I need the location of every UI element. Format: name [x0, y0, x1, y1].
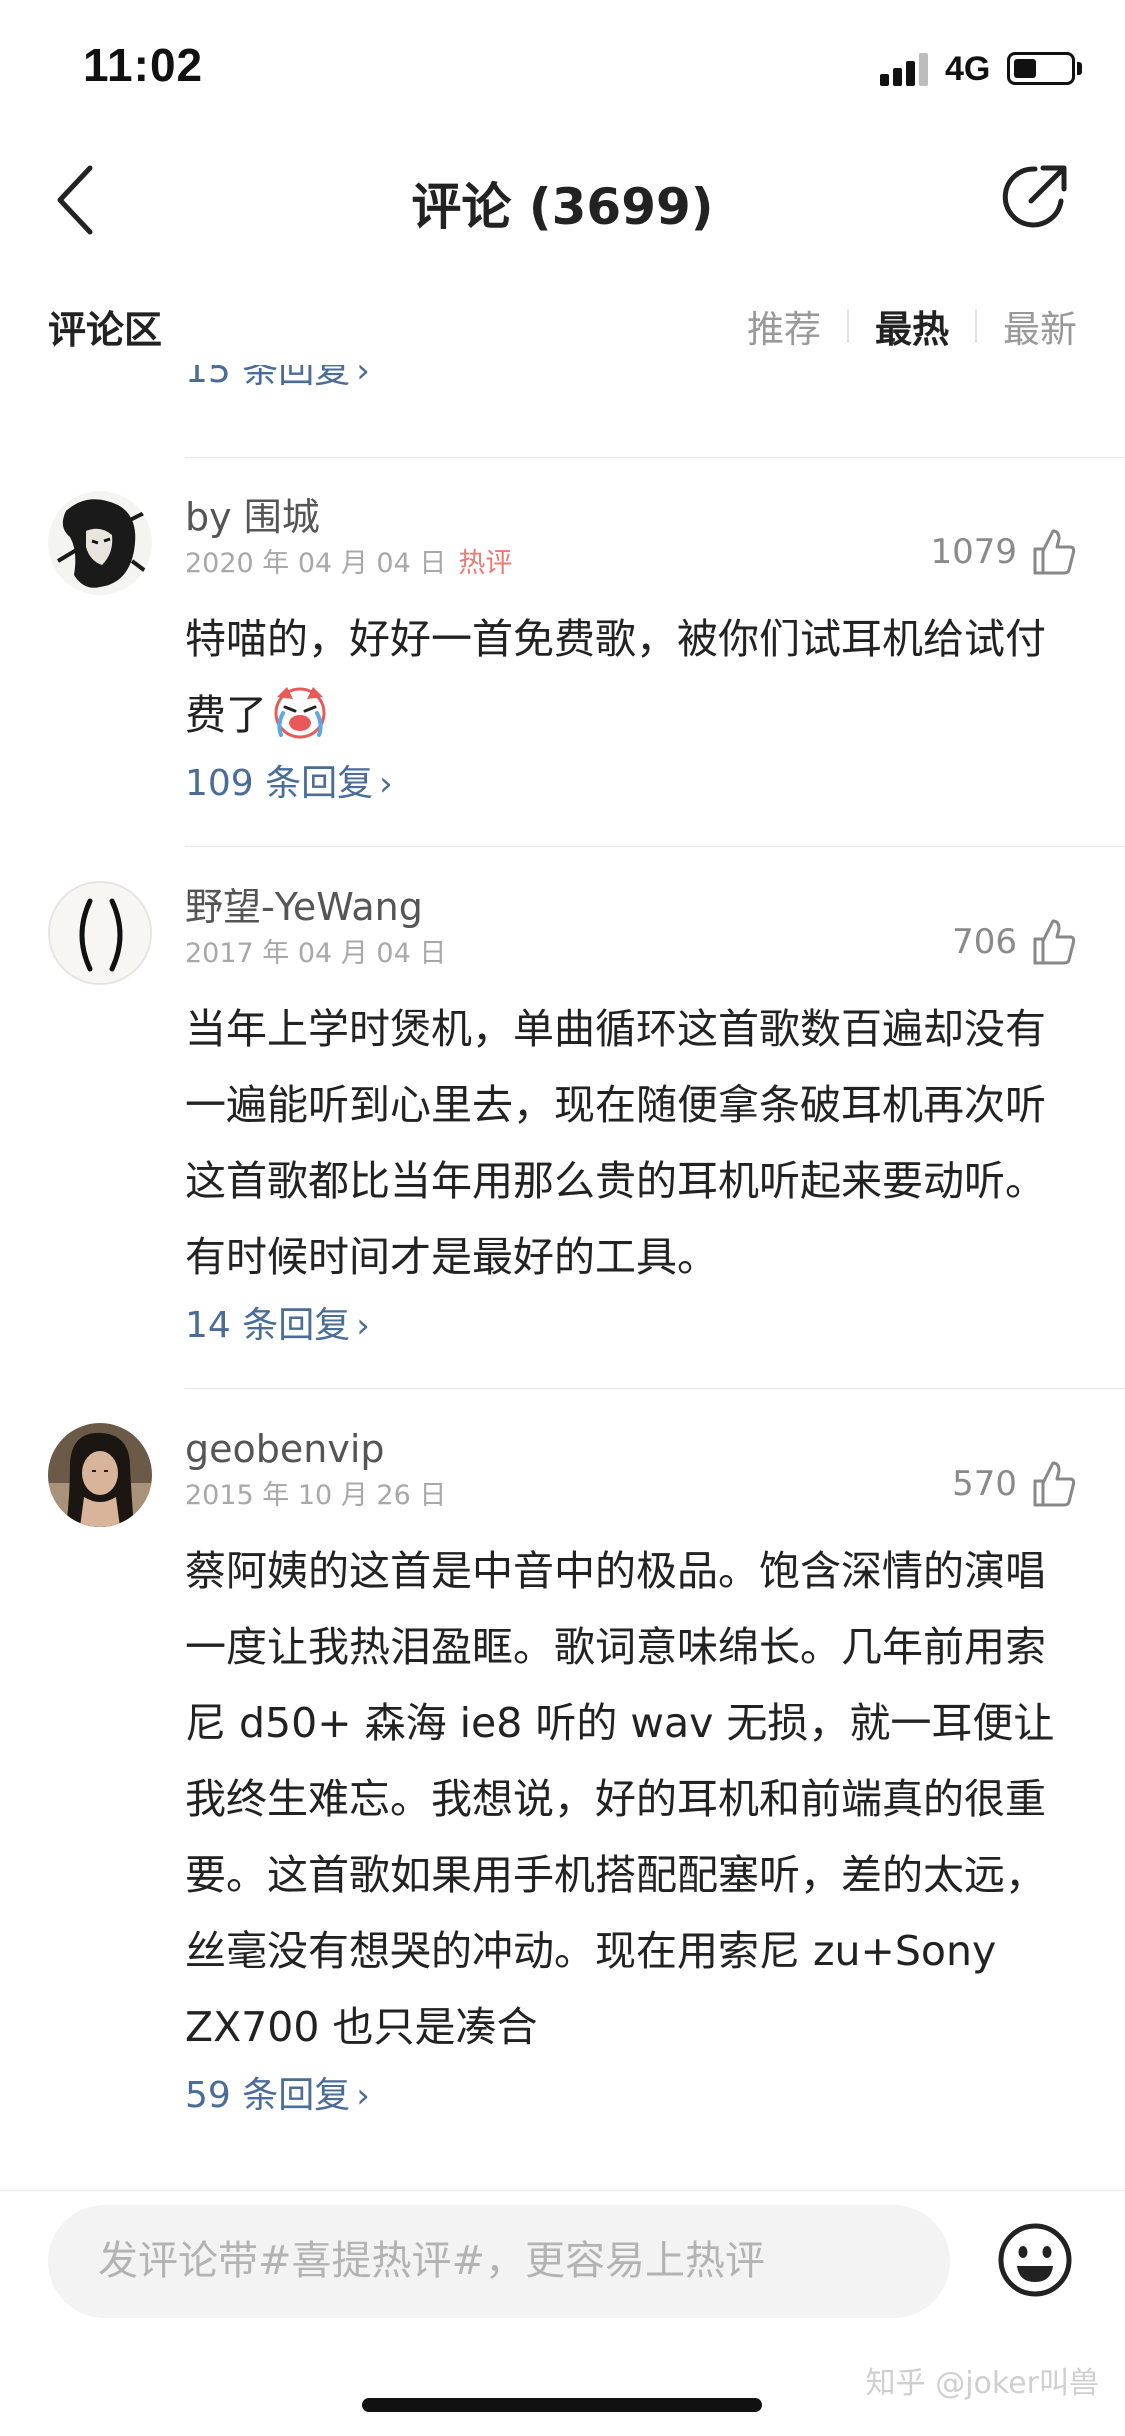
- like-count: 1079: [930, 532, 1017, 572]
- comment-text: 蔡阿姨的这首是中音中的极品。饱含深情的演唱一度让我热泪盈眶。歌词意味绵长。几年前…: [185, 1547, 1055, 2051]
- thumbs-up-icon: [1033, 919, 1076, 965]
- nav-bar: 评论 (3699): [0, 135, 1125, 265]
- like-count: 570: [952, 1464, 1017, 1504]
- comment-date: 2017 年 04 月 04 日: [185, 938, 447, 969]
- comment-date: 2020 年 04 月 04 日: [185, 548, 447, 579]
- status-bar: 11:02 4G: [0, 0, 1125, 135]
- status-time: 11:02: [83, 39, 204, 91]
- smiley-icon: [998, 2223, 1072, 2297]
- tab-newest[interactable]: 最新: [977, 299, 1077, 353]
- thumbs-up-icon: [1033, 529, 1076, 575]
- chevron-right-icon: ›: [379, 764, 393, 804]
- reply-link[interactable]: 14 条回复 ›: [185, 1301, 370, 1351]
- like-count: 706: [952, 922, 1017, 962]
- comment-item: 野望-YeWang 2017 年 04 月 04 日 706 当年上学时煲机，单…: [0, 847, 1125, 1389]
- reply-count: 59 条回复: [185, 2075, 351, 2116]
- reply-link[interactable]: 109 条回复 ›: [185, 759, 393, 809]
- sort-tabs: 推荐 最热 最新: [721, 299, 1077, 353]
- like-button[interactable]: 706: [952, 917, 1077, 967]
- comment-meta: 2015 年 10 月 26 日: [185, 1479, 1077, 1513]
- reply-link[interactable]: 59 条回复 ›: [185, 2071, 370, 2121]
- share-button[interactable]: [995, 157, 1075, 237]
- battery-icon: [1007, 52, 1075, 85]
- emoji-button[interactable]: [995, 2220, 1075, 2300]
- chevron-right-icon: ›: [356, 1306, 370, 1346]
- section-header: 评论区 推荐 最热 最新: [0, 285, 1125, 365]
- page-title: 评论 (3699): [411, 178, 714, 236]
- username[interactable]: geobenvip: [185, 1425, 1077, 1473]
- comment-text: 特喵的，好好一首免费歌，被你们试耳机给试付费了: [185, 601, 1077, 753]
- comment-text: 当年上学时煲机，单曲循环这首歌数百遍却没有一遍能听到心里去，现在随便拿条破耳机再…: [185, 1005, 1046, 1281]
- reply-count: 15 条回复: [185, 365, 351, 391]
- tab-recommended[interactable]: 推荐: [721, 299, 847, 353]
- tab-hottest[interactable]: 最热: [849, 299, 975, 353]
- like-button[interactable]: 1079: [930, 527, 1077, 577]
- network-type: 4G: [945, 50, 991, 88]
- watermark: 知乎 @joker叫兽: [865, 2366, 1099, 2401]
- input-bar-divider: [0, 2190, 1125, 2191]
- battery-tip: [1077, 62, 1082, 75]
- chevron-right-icon: ›: [356, 365, 370, 391]
- avatar[interactable]: [48, 881, 152, 985]
- hot-badge: 热评: [458, 548, 513, 579]
- chevron-right-icon: ›: [356, 2076, 370, 2116]
- comment-item: by 围城 2020 年 04 月 04 日热评 1079 特喵的，好好一首免费…: [0, 457, 1125, 847]
- comment-input[interactable]: 发评论带#喜提热评#，更容易上热评: [48, 2205, 950, 2318]
- avatar[interactable]: [48, 491, 152, 595]
- section-title: 评论区: [48, 308, 163, 352]
- username[interactable]: 野望-YeWang: [185, 883, 1077, 931]
- like-button[interactable]: 570: [952, 1459, 1077, 1509]
- comment-list: 15 条回复 › by 围城 2020 年 04 月 04 日热评 1079 特喵…: [0, 365, 1125, 2185]
- reply-count: 109 条回复: [185, 763, 374, 804]
- thumbs-up-icon: [1033, 1461, 1076, 1507]
- home-indicator[interactable]: [362, 2398, 762, 2412]
- share-icon: [1002, 165, 1067, 228]
- signal-icon: [880, 52, 932, 86]
- comment-meta: 2017 年 04 月 04 日: [185, 937, 1077, 971]
- avatar[interactable]: [48, 1423, 152, 1527]
- comment-item: geobenvip 2015 年 10 月 26 日 570 蔡阿姨的这首是中音…: [0, 1389, 1125, 2159]
- crying-emoji-icon: [274, 687, 326, 739]
- reply-count: 14 条回复: [185, 1305, 351, 1346]
- comment-date: 2015 年 10 月 26 日: [185, 1480, 447, 1511]
- reply-link[interactable]: 15 条回复 ›: [185, 365, 370, 393]
